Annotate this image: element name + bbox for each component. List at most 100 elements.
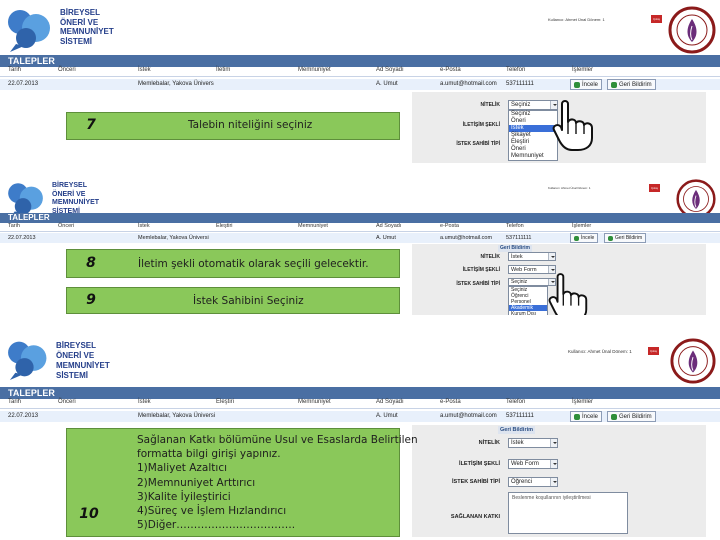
row-phone: 537111111 (506, 235, 532, 241)
column-header[interactable]: Önceri (58, 223, 74, 229)
nitelik-label: NİTELİK (478, 440, 500, 446)
column-header[interactable]: Telefon (506, 399, 525, 405)
instruction-line: 2)Memnuniyet Arttırıcı (137, 476, 256, 489)
section-title: TALEPLER (0, 55, 720, 67)
nitelik-label: NİTELİK (480, 102, 500, 108)
iletisim-select[interactable]: Web Form (508, 459, 558, 469)
column-header[interactable]: Memnuniyet (298, 223, 328, 229)
dropdown-option[interactable]: Kurum Dışı (509, 311, 547, 315)
nitelik-select[interactable]: İstek (508, 438, 558, 448)
column-header[interactable]: Telefon (506, 67, 525, 73)
column-header[interactable]: Memnuniyet (298, 399, 331, 405)
logo-line: MEMNUNİYET (56, 361, 110, 370)
table-header: Tarih Önceri İstek İletim Memnuniyet Ad … (0, 67, 720, 77)
dropdown-option[interactable]: Şikayet (509, 132, 557, 139)
instruction-text: Talebin niteliğini seçiniz (188, 119, 313, 131)
dropdown-option[interactable]: Eleştiri (509, 139, 557, 146)
speech-bubble-icon (8, 10, 50, 52)
dropdown-option[interactable]: Memnuniyet (509, 153, 557, 160)
dropdown-option[interactable]: Öneri (509, 146, 557, 153)
column-header[interactable]: Tarih (8, 223, 20, 229)
edit-icon (608, 235, 613, 241)
row-name: Memlebalar, Yakova Üniversi (138, 235, 209, 241)
logout-button[interactable]: Çıkış (649, 184, 660, 192)
column-header[interactable]: Eleştiri (216, 399, 234, 405)
column-header[interactable]: Tarih (8, 67, 21, 73)
chevron-down-icon[interactable] (550, 478, 557, 486)
instruction-line: formatta bilgi girişi yapınız. (137, 448, 281, 461)
view-icon (574, 413, 580, 420)
logout-button[interactable]: Çıkış (651, 15, 662, 23)
chevron-down-icon[interactable] (550, 439, 557, 447)
nitelik-select[interactable]: İstek (508, 252, 556, 261)
saglanan-katki-textarea[interactable]: Beslenme koşullarının iyileştirilmesi (508, 492, 628, 534)
row-email: a.umut@hotmail.com (440, 81, 497, 87)
istek-sahibi-select[interactable]: Öğrenci (508, 477, 558, 487)
logo-line: SİSTEMİ (56, 371, 89, 380)
column-header[interactable]: Önceri (58, 399, 76, 405)
column-header[interactable]: İşlemler (572, 399, 593, 405)
logout-button[interactable]: Çıkış (648, 347, 659, 355)
column-header[interactable]: Tarih (8, 399, 21, 405)
column-header[interactable]: e-Posta (440, 399, 461, 405)
dropdown-option[interactable]: Öneri (509, 118, 557, 125)
istek-sahibi-dropdown[interactable]: Seçiniz Öğrenci Personel Akademik Kurum Dışı (508, 286, 548, 315)
column-header[interactable]: Ad Soyadı (376, 67, 404, 73)
logo-line: ÖNERİ VE (60, 17, 99, 27)
column-header[interactable]: e-Posta (440, 223, 459, 229)
geri-bildirim-button[interactable]: Geri Bildirim (607, 79, 656, 90)
column-header[interactable]: e-Posta (440, 67, 461, 73)
dropdown-option[interactable]: İstek (509, 125, 557, 132)
hand-cursor-icon (548, 273, 588, 315)
university-seal-icon (668, 6, 716, 54)
chevron-down-icon[interactable] (548, 253, 555, 260)
chevron-down-icon[interactable] (550, 460, 557, 468)
nitelik-select[interactable]: Seçiniz (508, 100, 558, 110)
column-header[interactable]: İletim (216, 67, 230, 73)
incele-button[interactable]: İncele (570, 79, 603, 90)
user-info: Kullanıcı: Ahmet Ünal Dönem: 1 (548, 186, 591, 190)
table-header: Tarih Önceri İstek Eleştiri Memnuniyet A… (0, 399, 720, 409)
view-icon (574, 235, 579, 241)
logo-line: BİREYSEL (56, 341, 97, 350)
column-header[interactable]: İşlemler (572, 223, 591, 229)
column-header[interactable]: İstek (138, 67, 151, 73)
column-header[interactable]: Memnuniyet (298, 67, 331, 73)
instruction-text: İstek Sahibini Seçiniz (193, 295, 304, 307)
column-header[interactable]: İstek (138, 399, 151, 405)
screenshot-panel-3: BİREYSEL ÖNERİ VE MEMNUNİYET SİSTEMİ Kul… (0, 332, 720, 540)
column-header[interactable]: Eleştiri (216, 223, 233, 229)
step-number: 8 (86, 255, 96, 271)
column-header[interactable]: Önceri (58, 67, 76, 73)
instruction-line: Sağlanan Katkı bölümüne Usul ve Esaslard… (137, 434, 418, 446)
row-date: 22.07.2013 (8, 81, 39, 87)
incele-button[interactable]: İncele (570, 411, 603, 422)
speech-bubble-icon (8, 341, 47, 380)
column-header[interactable]: Telefon (506, 223, 524, 229)
logo-line: BİREYSEL (60, 8, 101, 17)
istek-sahibi-label: İSTEK SAHİBİ TİPİ (452, 479, 500, 485)
incele-button[interactable]: İncele (570, 233, 599, 243)
row-person: A. Umut (376, 235, 396, 241)
dropdown-option[interactable]: Seçiniz (509, 111, 557, 118)
iletisim-label: İLETİŞİM ŞEKLİ (462, 122, 500, 128)
section-title: TALEPLER (0, 213, 720, 223)
logo-line: ÖNERİ VE (52, 190, 86, 198)
nitelik-dropdown[interactable]: Seçiniz Öneri İstek Şikayet Eleştiri Öneri Mem… (508, 110, 558, 161)
column-header[interactable]: Ad Soyadı (376, 223, 401, 229)
hand-cursor-icon (552, 100, 593, 151)
row-person: A. Umut (376, 413, 398, 419)
instruction-text: Sağlanan Katkı bölümüne Usul ve Esaslard… (137, 433, 418, 532)
logo-line: MEMNUNİYET (52, 199, 100, 206)
column-header[interactable]: İstek (138, 223, 150, 229)
istek-sahibi-label: İSTEK SAHİBİ TİPİ (456, 281, 500, 287)
row-date: 22.07.2013 (8, 413, 39, 419)
logo: BİREYSEL ÖNERİ VE MEMNUNİYET SİSTEMİ (6, 338, 110, 381)
geri-bildirim-button[interactable]: Geri Bildirim (604, 233, 647, 243)
column-header[interactable]: Ad Soyadı (376, 399, 404, 405)
logo: BİREYSEL ÖNERİ VE MEMNUNİYET SİSTEMİ (6, 6, 114, 52)
instruction-line: 4)Süreç ve İşlem Hızlandırıcı (137, 505, 287, 518)
column-header[interactable]: İşlemler (572, 67, 593, 73)
instruction-text: İletim şekli otomatik olarak seçili gele… (138, 258, 369, 270)
geri-bildirim-button[interactable]: Geri Bildirim (607, 411, 656, 422)
